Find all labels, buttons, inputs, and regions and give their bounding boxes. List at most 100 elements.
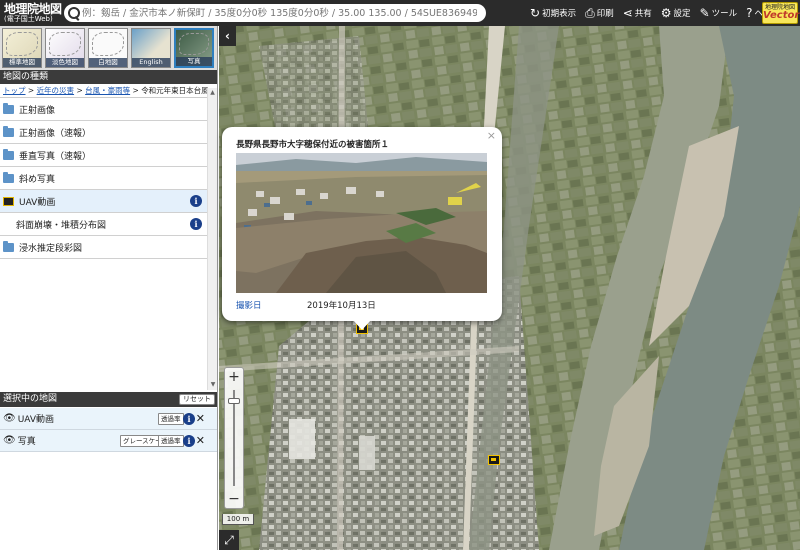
uav-video-icon bbox=[3, 196, 14, 206]
close-icon[interactable]: ✕ bbox=[196, 412, 205, 425]
list-item-uav[interactable]: UAV動画 i bbox=[0, 190, 217, 213]
print-icon: ⎙ bbox=[585, 5, 595, 20]
eye-icon[interactable]: 👁 bbox=[3, 435, 16, 446]
folder-icon bbox=[3, 125, 14, 137]
print-label: 印刷 bbox=[596, 9, 614, 19]
share-icon: ⋖ bbox=[622, 6, 633, 20]
settings-button[interactable]: ⚙ 設定 bbox=[661, 6, 691, 20]
list-item[interactable]: 浸水推定段彩図 bbox=[0, 236, 217, 259]
settings-label: 設定 bbox=[673, 9, 691, 19]
thumb-label: English bbox=[132, 58, 170, 67]
left-panel: 標準地図 淡色地図 白地図 English 写真 地図の種類 トップ > 近年の… bbox=[0, 26, 218, 550]
info-icon[interactable]: i bbox=[190, 218, 202, 230]
tool-label: ツール bbox=[711, 9, 738, 19]
reset-view-icon: ↻ bbox=[530, 6, 541, 20]
thumb-label: 淡色地図 bbox=[46, 58, 84, 67]
panel-empty-area bbox=[0, 452, 217, 550]
selected-layer-label: 写真 bbox=[17, 437, 36, 447]
scroll-down-icon[interactable]: ▼ bbox=[208, 380, 218, 390]
folder-icon bbox=[3, 148, 14, 160]
folder-icon bbox=[3, 171, 14, 183]
breadcrumb-sep: > bbox=[130, 86, 142, 95]
folder-icon bbox=[3, 102, 14, 114]
opacity-button[interactable]: 透過率 bbox=[158, 413, 184, 425]
print-button[interactable]: ⎙ 印刷 bbox=[585, 6, 614, 21]
selected-layer-label: UAV動画 bbox=[17, 415, 55, 425]
list-item-label: 斜面崩壊・堆積分布図 bbox=[16, 220, 107, 231]
list-item-label: 垂直写真（速報） bbox=[19, 151, 92, 162]
help-icon: ? bbox=[746, 6, 753, 20]
search-input[interactable] bbox=[82, 5, 477, 21]
thumb-english-map[interactable]: English bbox=[131, 28, 171, 68]
share-label: 共有 bbox=[634, 9, 652, 19]
list-scrollbar[interactable]: ▲ ▼ bbox=[207, 88, 217, 390]
breadcrumb-recent-disasters[interactable]: 近年の災害 bbox=[37, 86, 75, 95]
list-item[interactable]: 斜め写真 bbox=[0, 167, 217, 190]
thumb-label: 標準地図 bbox=[3, 58, 41, 67]
collapse-panel-button[interactable]: ‹ bbox=[219, 26, 236, 46]
thumb-label: 白地図 bbox=[89, 58, 127, 67]
thumb-blank-map[interactable]: 白地図 bbox=[88, 28, 128, 68]
zoom-out-button[interactable]: − bbox=[225, 490, 243, 508]
photo-date-label: 撮影日 bbox=[236, 301, 262, 311]
breadcrumb-typhoon[interactable]: 台風・豪雨等 bbox=[85, 86, 130, 95]
selected-layer-uav[interactable]: 👁 UAV動画 透過率 i ✕ bbox=[0, 408, 217, 430]
list-item[interactable]: 垂直写真（速報） bbox=[0, 144, 217, 167]
tool-button[interactable]: ✎ ツール bbox=[700, 6, 738, 20]
damage-photo[interactable] bbox=[236, 153, 487, 293]
search-icon[interactable] bbox=[64, 4, 82, 22]
thumb-pale-map[interactable]: 淡色地図 bbox=[45, 28, 85, 68]
breadcrumb-current: 令和元年東日本台風 bbox=[141, 86, 209, 95]
selected-maps-header: 選択中の地図 リセット bbox=[0, 392, 217, 407]
expand-icon[interactable]: ⤢ bbox=[219, 530, 239, 550]
info-icon[interactable]: i bbox=[183, 435, 195, 447]
zoom-control: + − bbox=[224, 367, 244, 509]
photo-date-value: 2019年10月13日 bbox=[307, 301, 376, 311]
logo-subtitle: (電子国土Web) bbox=[4, 15, 53, 23]
close-icon[interactable]: ✕ bbox=[196, 434, 205, 447]
info-icon[interactable]: i bbox=[190, 195, 202, 207]
close-icon[interactable]: × bbox=[487, 129, 496, 142]
zoom-slider-track[interactable] bbox=[233, 390, 235, 486]
list-item-label: 斜め写真 bbox=[19, 174, 56, 185]
scale-bar: 100 m bbox=[222, 514, 254, 525]
selected-maps-title: 選択中の地図 bbox=[3, 394, 58, 404]
uav-marker-icon[interactable] bbox=[488, 455, 500, 465]
map-preview bbox=[6, 32, 38, 56]
share-button[interactable]: ⋖ 共有 bbox=[623, 6, 652, 20]
vector-badge[interactable]: 地理院地図 Vector bbox=[762, 2, 800, 24]
search-box bbox=[64, 4, 486, 22]
photo-popup: × 長野県長野市大字穂保付近の被害箇所１ 撮影日 2019年10月13日 bbox=[222, 127, 502, 330]
reset-button[interactable]: リセット bbox=[179, 394, 215, 405]
vector-badge-line2: Vector bbox=[763, 10, 800, 21]
tool-icon: ✎ bbox=[699, 6, 710, 20]
zoom-in-button[interactable]: + bbox=[225, 368, 243, 386]
flood-photo-image bbox=[236, 153, 487, 293]
reset-view-label: 初期表示 bbox=[542, 9, 577, 19]
breadcrumb-sep: > bbox=[25, 86, 37, 95]
thumb-photo-map[interactable]: 写真 bbox=[174, 28, 214, 68]
header-toolbar: ↻初期表示 ⎙印刷 ⋖共有 ⚙設定 ✎ツール ?ヘルプ bbox=[530, 0, 789, 26]
opacity-button[interactable]: 透過率 bbox=[158, 435, 184, 447]
list-item-label: UAV動画 bbox=[19, 197, 56, 208]
map-preview bbox=[92, 32, 124, 56]
map-preview bbox=[49, 32, 81, 56]
panel-title: 地図の種類 bbox=[0, 70, 217, 84]
breadcrumb-top[interactable]: トップ bbox=[3, 86, 26, 95]
thumb-label: 写真 bbox=[176, 57, 212, 66]
logo-title: 地理院地図 bbox=[4, 2, 62, 16]
eye-icon[interactable]: 👁 bbox=[3, 413, 16, 424]
list-item[interactable]: 斜面崩壊・堆積分布図 i bbox=[0, 213, 217, 236]
thumb-standard-map[interactable]: 標準地図 bbox=[2, 28, 42, 68]
list-item[interactable]: 正射画像 bbox=[0, 98, 217, 121]
info-icon[interactable]: i bbox=[183, 413, 195, 425]
scroll-up-icon[interactable]: ▲ bbox=[208, 88, 217, 98]
app-logo[interactable]: 地理院地図 (電子国土Web) bbox=[0, 0, 62, 26]
folder-icon bbox=[3, 240, 14, 252]
list-item-label: 浸水推定段彩図 bbox=[19, 243, 83, 254]
list-item[interactable]: 正射画像（速報） bbox=[0, 121, 217, 144]
zoom-slider-handle[interactable] bbox=[228, 398, 240, 404]
reset-view-button[interactable]: ↻ 初期表示 bbox=[530, 6, 576, 20]
selected-layer-photo[interactable]: 👁 写真 グレースケール 透過率 i ✕ bbox=[0, 430, 217, 452]
list-item-label: 正射画像（速報） bbox=[19, 128, 92, 139]
